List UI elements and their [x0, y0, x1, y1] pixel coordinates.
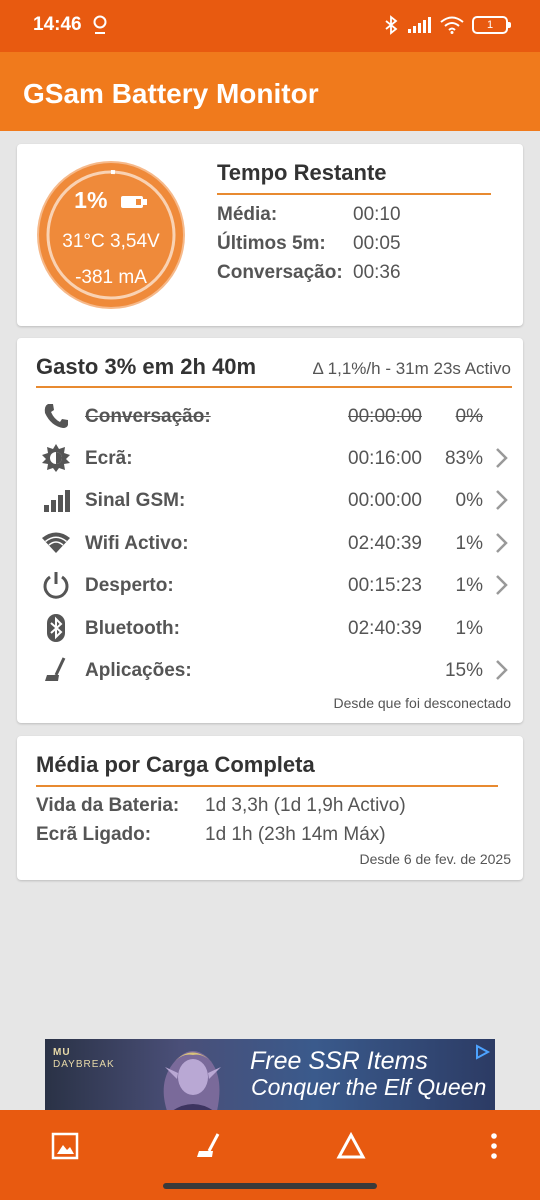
battery-temp-voltage: 31°C 3,54V: [62, 231, 160, 252]
title-divider: [36, 785, 498, 787]
usage-rate: Δ 1,1%/h - 31m 23s Activo: [312, 359, 511, 378]
ad-subline: Conquer the Elf Queen: [251, 1074, 487, 1100]
time-remaining-title: Tempo Restante: [217, 160, 387, 185]
chevron-right-icon: [496, 660, 508, 680]
bluetooth-icon: [47, 614, 65, 642]
image-icon[interactable]: [49, 1130, 81, 1162]
screen-brightness-icon: [42, 444, 70, 472]
usage-row-awake[interactable]: Desperto: 00:15:23 1%: [17, 565, 523, 605]
title-divider: [36, 386, 512, 388]
status-time: 14:46: [33, 14, 82, 35]
usage-row-apps[interactable]: Aplicações: 15%: [17, 650, 523, 690]
ad-banner[interactable]: MU DAYBREAK Free SSR Items Conquer the E…: [45, 1039, 495, 1111]
battery-current: -381 mA: [75, 267, 147, 288]
full-charge-card: Média por Carga Completa Vida da Bateria…: [17, 736, 523, 880]
signal-bars-icon: [44, 490, 70, 512]
app-title: GSam Battery Monitor: [23, 78, 319, 109]
status-icons: 1: [384, 14, 511, 36]
usage-row-bluetooth: Bluetooth: 02:40:39 1%: [17, 608, 523, 648]
delta-icon[interactable]: [335, 1130, 367, 1162]
ad-brand-sub: DAYBREAK: [53, 1059, 115, 1070]
chevron-right-icon: [496, 490, 508, 510]
usage-row-screen[interactable]: Ecrã: 00:16:00 83%: [17, 438, 523, 478]
battery-gauge[interactable]: 1% 31°C 3,54V -381 mA: [35, 157, 187, 313]
ad-brand: MU: [53, 1047, 71, 1058]
ad-choices-icon[interactable]: [473, 1043, 491, 1061]
title-divider: [217, 193, 491, 195]
broom-icon[interactable]: [193, 1130, 225, 1162]
home-indicator[interactable]: [163, 1183, 377, 1189]
usage-card: Gasto 3% em 2h 40m Δ 1,1%/h - 31m 23s Ac…: [17, 338, 523, 723]
battery-status-icon: 1: [472, 16, 511, 34]
full-charge-title: Média por Carga Completa: [36, 752, 315, 777]
broom-icon: [45, 657, 66, 681]
wifi-status-icon: [440, 16, 464, 34]
bluetooth-status-icon: [385, 15, 398, 35]
usage-footer: Desde que foi desconectado: [333, 695, 511, 711]
status-bar: 14:46 1: [0, 0, 540, 52]
wifi-icon: [42, 532, 70, 553]
app-bar: GSam Battery Monitor: [0, 52, 540, 131]
usage-title: Gasto 3% em 2h 40m: [36, 354, 257, 379]
battery-status-level: 1: [486, 19, 494, 31]
chevron-right-icon: [496, 448, 508, 468]
chevron-right-icon: [496, 533, 508, 553]
usage-row-wifi[interactable]: Wifi Activo: 02:40:39 1%: [17, 523, 523, 563]
full-charge-footer: Desde 6 de fev. de 2025: [359, 851, 511, 867]
location-pin-icon: [93, 15, 107, 34]
chevron-right-icon: [496, 575, 508, 595]
usage-row-call: Conversação: 00:00:00 0%: [17, 396, 523, 436]
ad-headline: Free SSR Items: [250, 1047, 428, 1075]
power-icon: [43, 572, 69, 599]
more-vert-icon[interactable]: [478, 1130, 510, 1162]
battery-charging-icon: [120, 195, 147, 208]
cell-signal-icon: [408, 17, 431, 33]
ad-character-image: [163, 1050, 221, 1111]
usage-row-signal[interactable]: Sinal GSM: 00:00:00 0%: [17, 480, 523, 520]
battery-percent: 1%: [35, 187, 187, 214]
phone-icon: [44, 404, 68, 428]
battery-status-card: 1% 31°C 3,54V -381 mA Tempo Restante Méd…: [17, 144, 523, 326]
